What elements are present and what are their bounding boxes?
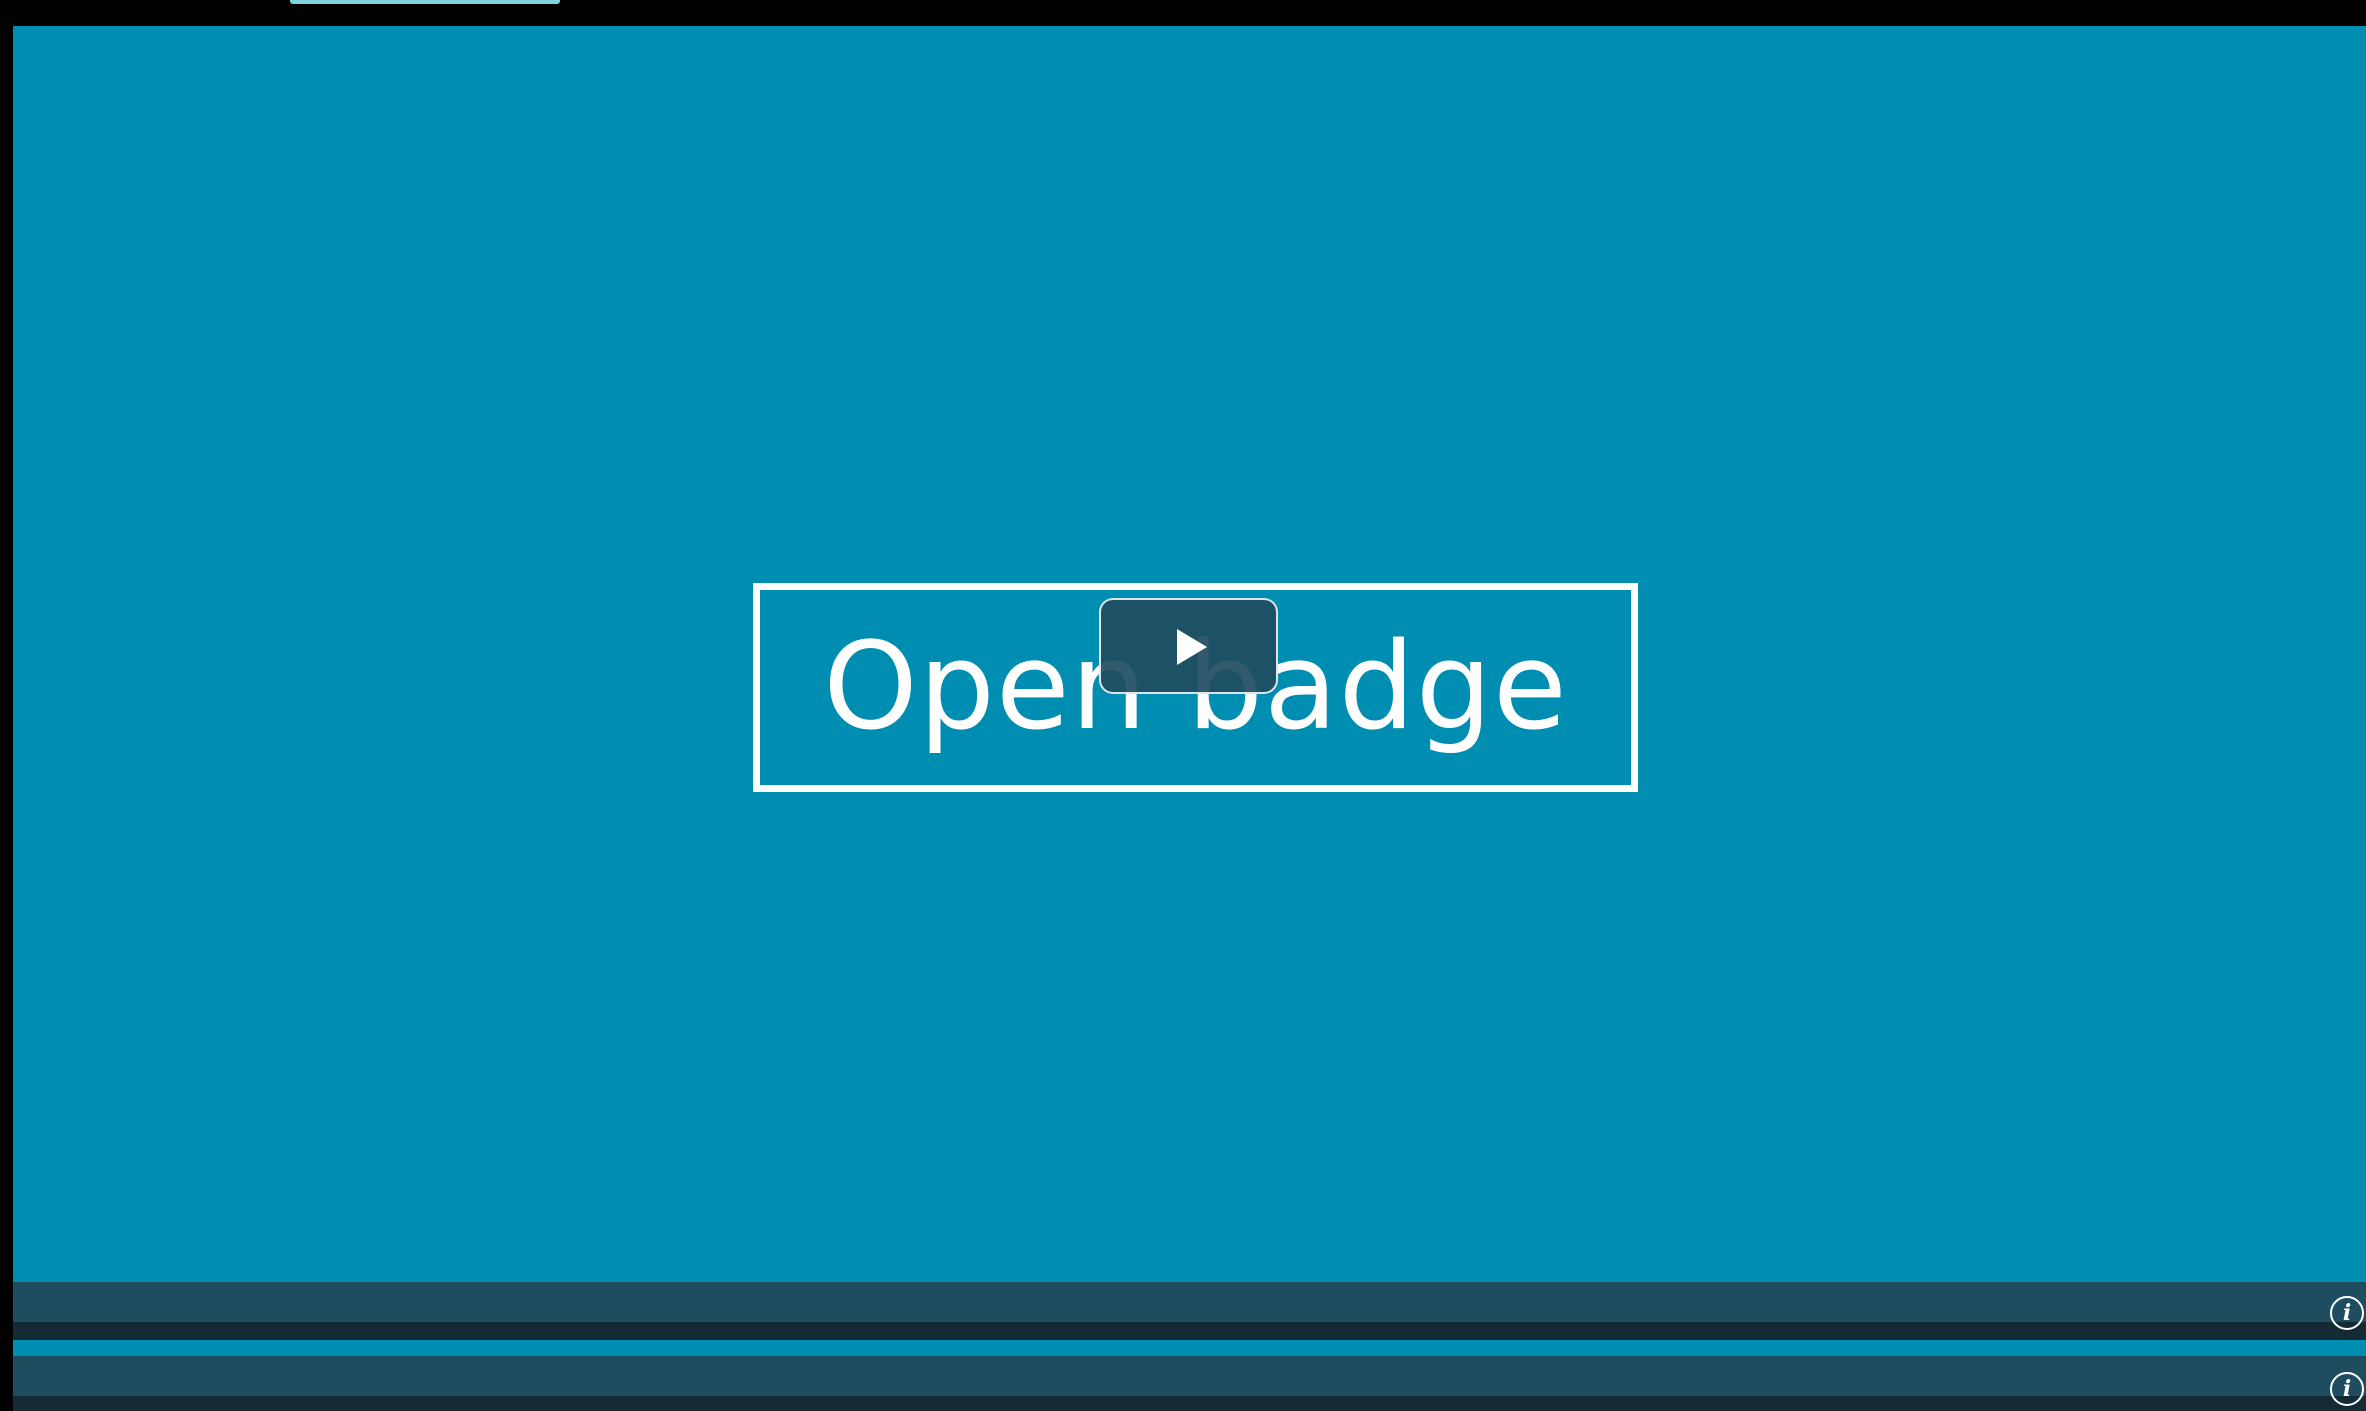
- play-button[interactable]: [1099, 598, 1278, 694]
- top-bar: [0, 0, 2366, 26]
- control-bar-secondary-shadow: [13, 1396, 2366, 1411]
- info-icon[interactable]: i: [2330, 1372, 2364, 1406]
- control-bar: [13, 1282, 2366, 1322]
- control-bar-shadow: [13, 1322, 2366, 1340]
- control-bar-secondary: [13, 1356, 2366, 1396]
- play-icon: [1177, 629, 1207, 665]
- separator-strip: [13, 1340, 2366, 1356]
- video-player-page: Open badge i i: [0, 0, 2366, 1411]
- info-icon[interactable]: i: [2330, 1296, 2364, 1330]
- top-accent: [290, 0, 560, 4]
